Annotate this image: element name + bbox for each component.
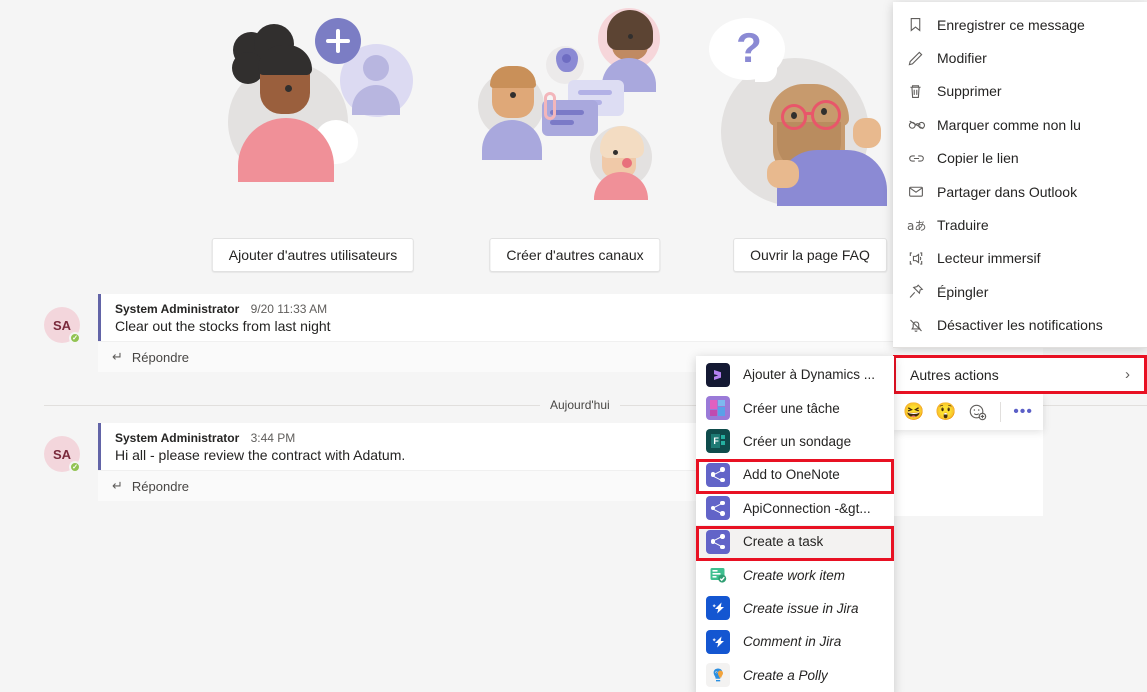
dynamics-icon bbox=[706, 362, 730, 387]
forms-icon: F bbox=[706, 429, 730, 454]
flyout-item-create-issue-in-jira[interactable]: Create issue in Jira bbox=[696, 592, 894, 625]
message-hover-card bbox=[893, 430, 1043, 516]
planner-icon bbox=[706, 396, 730, 421]
avatar[interactable]: SA ✓ bbox=[44, 436, 81, 473]
context-menu-item-label: Supprimer bbox=[937, 83, 1002, 100]
context-menu-item-label: Désactiver les notifications bbox=[937, 317, 1103, 334]
message-author: System Administrator bbox=[115, 431, 240, 445]
presence-available-icon: ✓ bbox=[69, 461, 81, 473]
flyout-item-label: Comment in Jira bbox=[743, 634, 842, 650]
context-menu-item-edit[interactable]: Modifier bbox=[893, 41, 1147, 74]
context-menu-item-save-message[interactable]: Enregistrer ce message bbox=[893, 8, 1147, 41]
context-menu-item-mute-notifications[interactable]: Désactiver les notifications bbox=[893, 309, 1147, 342]
welcome-card-channels: Créer d'autres canaux bbox=[450, 0, 700, 285]
message-context-menu: Enregistrer ce message Modifier Supprime… bbox=[893, 2, 1147, 348]
add-users-illustration bbox=[188, 0, 438, 225]
flyout-item-apiconnection[interactable]: ApiConnection -&gt... bbox=[696, 492, 894, 525]
flyout-item-label: Créer une tâche bbox=[743, 400, 840, 416]
flyout-item-label: Créer un sondage bbox=[743, 433, 852, 449]
jira-icon bbox=[706, 629, 730, 654]
azuredevops-icon bbox=[706, 563, 730, 588]
pin-icon bbox=[907, 283, 937, 300]
context-menu-item-label: Copier le lien bbox=[937, 150, 1019, 167]
bookmark-icon bbox=[907, 16, 937, 33]
flyout-item-create-a-task[interactable]: Create a task bbox=[696, 524, 894, 559]
context-menu-divider bbox=[893, 346, 1147, 348]
channels-chat-illustration bbox=[450, 0, 700, 225]
link-icon bbox=[907, 150, 937, 167]
message-timestamp: 9/20 11:33 AM bbox=[250, 302, 328, 316]
envelope-icon bbox=[907, 183, 937, 200]
add-more-users-button[interactable]: Ajouter d'autres utilisateurs bbox=[211, 238, 415, 272]
context-menu-item-immersive-reader[interactable]: Lecteur immersif bbox=[893, 242, 1147, 275]
flyout-item-label: Create a task bbox=[743, 534, 824, 550]
chevron-right-icon: › bbox=[1125, 366, 1130, 383]
day-divider-label: Aujourd'hui bbox=[550, 398, 610, 412]
more-actions-flyout: Ajouter à Dynamics ... Créer une tâche F bbox=[696, 356, 894, 692]
context-menu-item-pin[interactable]: Épingler bbox=[893, 275, 1147, 308]
reply-label: Répondre bbox=[131, 349, 190, 365]
context-menu-item-label: Épingler bbox=[937, 283, 989, 300]
flyout-item-comment-in-jira[interactable]: Comment in Jira bbox=[696, 625, 894, 658]
context-menu-item-label: Enregistrer ce message bbox=[937, 16, 1085, 33]
welcome-card-add-users: Ajouter d'autres utilisateurs bbox=[188, 0, 438, 285]
translate-icon: aあ bbox=[907, 218, 927, 233]
immersive-reader-icon bbox=[907, 250, 937, 267]
jira-icon bbox=[706, 596, 730, 621]
more-options-icon[interactable]: ••• bbox=[1013, 403, 1033, 421]
context-menu-item-label: Lecteur immersif bbox=[937, 250, 1041, 267]
teams-channel-window: Ajouter d'autres utilisateurs Créer d'au… bbox=[0, 0, 1147, 692]
context-menu-item-label: Modifier bbox=[937, 50, 987, 67]
flow-share-icon bbox=[706, 496, 730, 521]
avatar[interactable]: SA ✓ bbox=[44, 307, 81, 344]
context-menu-item-mark-unread[interactable]: Marquer comme non lu bbox=[893, 108, 1147, 141]
message-author: System Administrator bbox=[115, 302, 240, 316]
create-more-channels-button[interactable]: Créer d'autres canaux bbox=[489, 238, 661, 272]
bell-off-icon bbox=[907, 317, 937, 334]
context-menu-item-label: Marquer comme non lu bbox=[937, 116, 1081, 133]
context-menu-item-label: Partager dans Outlook bbox=[937, 183, 1078, 200]
reply-arrow-icon: ↵ bbox=[112, 478, 123, 493]
flyout-item-add-to-onenote[interactable]: Add to OneNote bbox=[696, 458, 894, 491]
flyout-item-create-poll[interactable]: F Créer un sondage bbox=[696, 425, 894, 458]
flyout-item-label: Create issue in Jira bbox=[743, 600, 859, 616]
flyout-item-label: Create work item bbox=[743, 567, 846, 583]
context-menu-item-label: Traduire bbox=[937, 217, 989, 234]
avatar-initials: SA bbox=[52, 317, 72, 333]
reply-label: Répondre bbox=[131, 478, 190, 494]
pencil-icon bbox=[907, 50, 937, 67]
presence-available-icon: ✓ bbox=[69, 332, 81, 344]
surprised-emoji[interactable]: 😲 bbox=[935, 401, 957, 423]
avatar-initials: SA bbox=[52, 446, 72, 462]
mark-unread-icon bbox=[907, 116, 937, 133]
context-menu-item-more-actions[interactable]: Autres actions › bbox=[893, 355, 1147, 394]
reaction-toolbar: 😆 😲 ••• bbox=[893, 394, 1043, 430]
context-menu-item-copy-link[interactable]: Copier le lien bbox=[893, 142, 1147, 175]
flyout-item-label: Create a Polly bbox=[743, 667, 828, 683]
trash-icon bbox=[907, 83, 937, 100]
svg-text:F: F bbox=[713, 436, 719, 446]
flyout-item-create-a-polly[interactable]: Create a Polly bbox=[696, 659, 894, 692]
flyout-item-label: ApiConnection -&gt... bbox=[743, 500, 871, 516]
flyout-item-label: Ajouter à Dynamics ... bbox=[743, 367, 876, 383]
flow-share-icon bbox=[706, 462, 730, 487]
context-menu-item-delete[interactable]: Supprimer bbox=[893, 75, 1147, 108]
context-menu-item-share-to-outlook[interactable]: Partager dans Outlook bbox=[893, 175, 1147, 208]
flyout-item-add-to-dynamics[interactable]: Ajouter à Dynamics ... bbox=[696, 358, 894, 391]
flyout-item-label: Add to OneNote bbox=[743, 467, 840, 483]
message-timestamp: 3:44 PM bbox=[250, 431, 296, 445]
context-menu-item-translate[interactable]: aあ Traduire bbox=[893, 208, 1147, 241]
more-actions-label: Autres actions bbox=[910, 366, 999, 383]
flyout-item-create-task-planner[interactable]: Créer une tâche bbox=[696, 391, 894, 424]
flow-share-icon bbox=[706, 529, 730, 554]
add-reaction-icon[interactable] bbox=[966, 401, 988, 423]
open-faq-page-button[interactable]: Ouvrir la page FAQ bbox=[733, 238, 887, 272]
polly-icon bbox=[706, 663, 730, 688]
laugh-emoji[interactable]: 😆 bbox=[903, 401, 925, 423]
reply-arrow-icon: ↵ bbox=[112, 349, 123, 364]
flyout-item-create-work-item[interactable]: Create work item bbox=[696, 558, 894, 591]
reaction-divider bbox=[1000, 402, 1002, 422]
